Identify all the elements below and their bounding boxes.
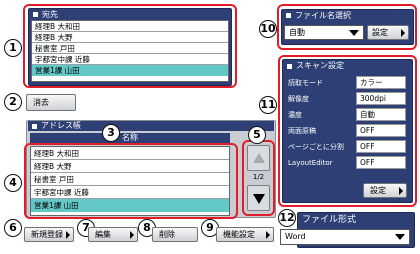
chevron-right-icon (66, 231, 70, 239)
address-book-header-label: アドレス帳 (41, 121, 81, 130)
function-settings-label: 機能設定 (223, 230, 255, 239)
highlight-scroll (242, 140, 275, 216)
chevron-right-icon (130, 231, 134, 239)
clear-button[interactable]: 消去 (26, 94, 76, 111)
edit-label: 編集 (95, 230, 111, 239)
file-format-select[interactable]: Word (280, 229, 410, 245)
callout-3: 3 (102, 124, 120, 142)
callout-12: 12 (278, 209, 296, 227)
highlight-address-list (24, 143, 238, 219)
new-register-label: 新規登録 (31, 230, 63, 239)
delete-button[interactable]: 削除 (152, 227, 198, 242)
name-column-header-label: 名称 (122, 133, 138, 142)
callout-2: 2 (4, 93, 22, 111)
highlight-destination (23, 4, 237, 88)
callout-6: 6 (4, 219, 22, 237)
file-format-value: Word (285, 232, 306, 241)
file-format-header: ファイル形式 (298, 213, 414, 226)
callout-1: 1 (4, 39, 22, 57)
file-format-header-label: ファイル形式 (302, 214, 357, 225)
callout-11: 11 (259, 96, 277, 114)
edit-button[interactable]: 編集 (88, 227, 138, 242)
highlight-file-name (277, 4, 417, 50)
callout-4: 4 (4, 174, 22, 192)
callout-10: 10 (259, 20, 277, 38)
delete-label: 削除 (159, 230, 175, 239)
new-register-button[interactable]: 新規登録 (24, 227, 74, 242)
highlight-scan-settings (278, 55, 417, 207)
address-book-header: アドレス帳 (28, 121, 274, 131)
square-icon (32, 123, 37, 129)
chevron-down-icon (395, 234, 405, 240)
chevron-right-icon (266, 231, 270, 239)
callout-5: 5 (248, 126, 266, 144)
name-column-header[interactable]: 名称 (30, 133, 230, 143)
function-settings-button[interactable]: 機能設定 (216, 227, 274, 242)
